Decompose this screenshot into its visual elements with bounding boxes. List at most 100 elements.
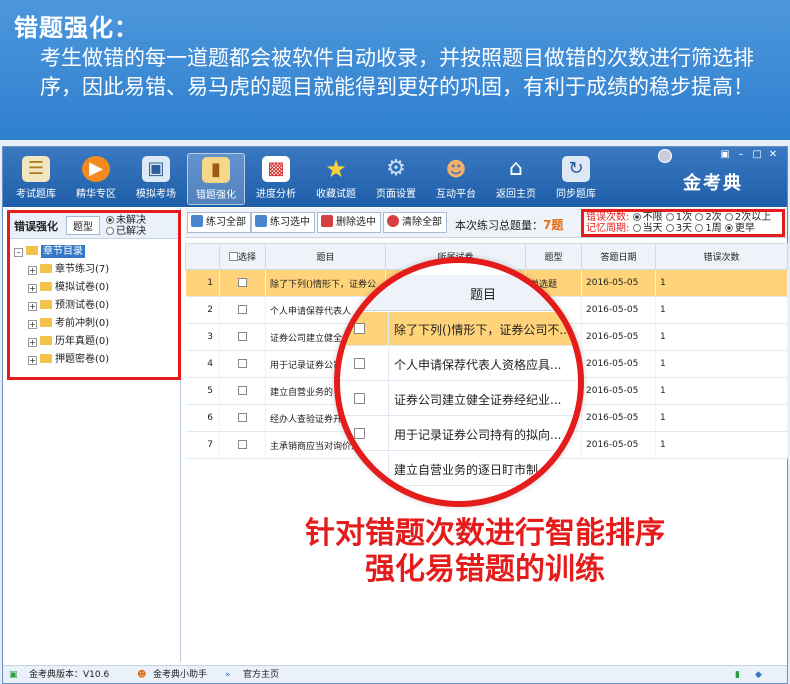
collapse-icon[interactable]: – — [14, 248, 23, 257]
menu-icon[interactable]: ▣ — [717, 149, 733, 160]
slogan-line-1: 针对错题次数进行智能排序 — [305, 516, 665, 551]
header-date[interactable]: 答题日期 — [581, 243, 656, 270]
expand-icon[interactable]: + — [28, 266, 37, 275]
nav-exam-bank[interactable]: ☰ 考试题库 — [7, 153, 65, 205]
assistant-link[interactable]: 金考典小助手 — [153, 666, 207, 684]
row-number: 2 — [185, 296, 220, 324]
radio-count-any[interactable]: 不限 — [632, 212, 663, 223]
stats-icon[interactable]: ▮ — [735, 666, 740, 684]
nav-label: 同步题库 — [556, 189, 596, 200]
nav-home[interactable]: ⌂ 返回主页 — [487, 153, 545, 205]
close-icon[interactable]: ✕ — [765, 149, 781, 160]
row-select[interactable] — [219, 269, 266, 297]
tree-item[interactable]: + 押题密卷(0) — [14, 351, 174, 369]
status-bar: ▣ 金考典版本：V10.6 ☻ 金考典小助手 » 官方主页 ▮ ◆ — [3, 665, 787, 683]
row-checkbox[interactable] — [238, 385, 247, 395]
nav-favorites[interactable]: ★ 收藏试题 — [307, 153, 365, 205]
header-title[interactable]: 题目 — [265, 243, 386, 270]
user-avatar[interactable] — [658, 149, 672, 163]
promo-description: 考生做错的每一道题都会被软件自动收录，并按照题目做错的次数进行筛选排序，因此易错… — [40, 46, 754, 99]
tree-item[interactable]: + 预测试卷(0) — [14, 297, 174, 315]
delete-icon — [321, 215, 333, 227]
row-number: 7 — [185, 431, 220, 459]
row-select[interactable] — [219, 350, 266, 378]
promo-banner: 错题强化： 考生做错的每一道题都会被软件自动收录，并按照题目做错的次数进行筛选排… — [0, 0, 790, 140]
nav-interaction[interactable]: ☻ 互动平台 — [427, 153, 485, 205]
row-error-count: 1 — [655, 431, 788, 459]
magnified-row: 除了下列()情形下，证券公司不... — [340, 312, 578, 346]
row-checkbox[interactable] — [238, 412, 247, 422]
header-select[interactable]: 选择 — [219, 243, 266, 270]
header-type[interactable]: 题型 — [525, 243, 582, 270]
row-checkbox[interactable] — [238, 331, 247, 341]
row-date: 2016-05-05 — [581, 269, 656, 297]
tree-item[interactable]: + 章节练习(7) — [14, 261, 174, 279]
sync-status-icon[interactable]: ◆ — [755, 666, 762, 684]
notebook-icon: ☰ — [22, 156, 50, 182]
radio-count-1[interactable]: 1次 — [665, 212, 692, 223]
nav-progress-analysis[interactable]: ▩ 进度分析 — [247, 153, 305, 205]
nav-page-settings[interactable]: ⚙ 页面设置 — [367, 153, 425, 205]
play-circle-icon: ▶ — [82, 156, 110, 182]
practice-selected-button[interactable]: 练习选中 — [251, 212, 315, 233]
row-select[interactable] — [219, 377, 266, 405]
tab-question-type[interactable]: 题型 — [66, 216, 100, 235]
app-status-icon: ▣ — [9, 670, 18, 680]
row-error-count: 1 — [655, 296, 788, 324]
nav-mock-exam[interactable]: ▣ 模拟考场 — [127, 153, 185, 205]
nav-label: 页面设置 — [376, 189, 416, 200]
header-error-count[interactable]: 错误次数 — [655, 243, 788, 270]
tab-wrong-reinforce[interactable]: 错误强化 — [14, 218, 58, 234]
row-select[interactable] — [219, 404, 266, 432]
row-checkbox[interactable] — [238, 304, 247, 314]
row-number: 4 — [185, 350, 220, 378]
radio-period-today[interactable]: 当天 — [632, 223, 663, 234]
homepage-link[interactable]: 官方主页 — [243, 666, 279, 684]
row-error-count: 1 — [655, 269, 788, 297]
nav-label: 模拟考场 — [136, 189, 176, 200]
row-select[interactable] — [219, 431, 266, 459]
radio-count-more[interactable]: 2次以上 — [724, 212, 771, 223]
radio-solved[interactable]: 已解决 — [106, 226, 146, 237]
expand-icon[interactable]: + — [28, 338, 37, 347]
home-icon: ⌂ — [509, 156, 523, 181]
expand-icon[interactable]: + — [28, 356, 37, 365]
row-error-count: 1 — [655, 404, 788, 432]
row-checkbox[interactable] — [238, 277, 247, 287]
left-panel: 错误强化 题型 未解决 已解决 – 章节目录 + 章节练习(7) + 模拟试卷(0) … — [5, 208, 181, 662]
nav-sync[interactable]: ↻ 同步题库 — [547, 153, 605, 205]
row-checkbox[interactable] — [238, 439, 247, 449]
practice-all-button[interactable]: 练习全部 — [187, 212, 251, 233]
magnified-row: 建立自营业务的逐日盯市制... — [340, 452, 578, 486]
row-date: 2016-05-05 — [581, 404, 656, 432]
tree-item[interactable]: + 历年真题(0) — [14, 333, 174, 351]
maximize-icon[interactable]: □ — [749, 149, 765, 160]
select-all-checkbox[interactable] — [228, 252, 238, 261]
tree-root[interactable]: – 章节目录 — [14, 243, 174, 261]
radio-count-2[interactable]: 2次 — [695, 212, 722, 223]
row-checkbox[interactable] — [238, 358, 247, 368]
assistant-icon: ☻ — [137, 670, 147, 680]
folder-icon — [40, 300, 52, 309]
radio-period-earlier[interactable]: 更早 — [724, 223, 755, 234]
expand-icon[interactable]: + — [28, 320, 37, 329]
arrow-icon — [255, 215, 267, 227]
expand-icon[interactable]: + — [28, 302, 37, 311]
radio-unsolved[interactable]: 未解决 — [106, 215, 146, 226]
tree-item[interactable]: + 模拟试卷(0) — [14, 279, 174, 297]
expand-icon[interactable]: + — [28, 284, 37, 293]
clear-all-button[interactable]: 清除全部 — [383, 212, 447, 233]
row-select[interactable] — [219, 296, 266, 324]
row-error-count: 1 — [655, 323, 788, 351]
row-select[interactable] — [219, 323, 266, 351]
row-error-count: 1 — [655, 350, 788, 378]
tree-item[interactable]: + 考前冲刺(0) — [14, 315, 174, 333]
nav-label: 收藏试题 — [316, 189, 356, 200]
delete-selected-button[interactable]: 删除选中 — [317, 212, 381, 233]
nav-essentials[interactable]: ▶ 精华专区 — [67, 153, 125, 205]
nav-wrong-questions[interactable]: ▮ 错题强化 — [187, 153, 245, 205]
radio-period-week[interactable]: 1周 — [695, 223, 722, 234]
minimize-icon[interactable]: – — [733, 149, 749, 160]
radio-period-3days[interactable]: 3天 — [665, 223, 692, 234]
row-number: 6 — [185, 404, 220, 432]
